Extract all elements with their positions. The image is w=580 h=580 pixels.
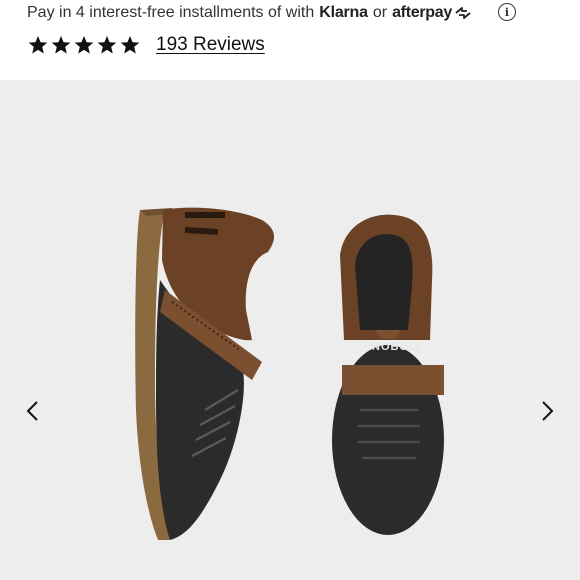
afterpay-arrows-icon: [455, 7, 471, 19]
chevron-left-icon: [26, 401, 38, 421]
previous-image-button[interactable]: [20, 398, 44, 424]
payment-installments-row: Pay in 4 interest-free installments of w…: [27, 2, 472, 24]
star-icon: [120, 36, 140, 54]
star-rating: [28, 35, 140, 55]
reviews-link[interactable]: 193 Reviews: [156, 34, 265, 56]
afterpay-logo[interactable]: afterpay: [392, 4, 472, 22]
klarna-logo[interactable]: Klarna: [319, 4, 368, 22]
star-icon: [97, 36, 117, 54]
right-shoe: [332, 214, 444, 535]
star-icon: [28, 36, 48, 54]
shoe-brand-label: NOBULL: [372, 341, 424, 353]
star-icon: [51, 36, 71, 54]
product-image-shoes: NOBULL: [135, 207, 444, 540]
left-shoe: [135, 207, 275, 540]
payment-text: Pay in 4 interest-free installments of w…: [27, 4, 315, 21]
star-icon: [74, 36, 94, 54]
product-gallery: NOBULL: [0, 80, 580, 580]
info-icon[interactable]: i: [498, 3, 516, 21]
payment-or-text: or: [372, 4, 388, 21]
afterpay-label: afterpay: [392, 4, 452, 21]
next-image-button[interactable]: [536, 398, 560, 424]
chevron-right-icon: [542, 401, 554, 421]
rating-row: 193 Reviews: [28, 32, 265, 58]
